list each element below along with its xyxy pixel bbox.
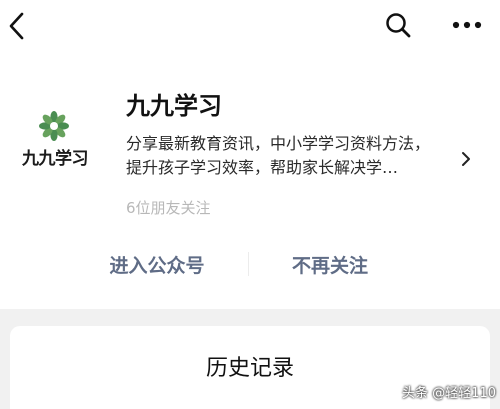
unfollow-button[interactable]: 不再关注 bbox=[276, 240, 384, 288]
search-icon bbox=[386, 13, 411, 38]
enter-official-account-button[interactable]: 进入公众号 bbox=[92, 240, 222, 288]
search-button[interactable] bbox=[381, 8, 415, 42]
description-line: 分享最新教育资讯，中小学学习资料方法， bbox=[126, 134, 431, 153]
chevron-left-icon bbox=[9, 12, 24, 40]
back-button[interactable] bbox=[0, 6, 34, 46]
account-logo[interactable]: 九九学习 bbox=[20, 110, 90, 174]
top-navigation-bar bbox=[0, 0, 500, 52]
history-title: 历史记录 bbox=[205, 356, 294, 381]
account-name: 九九学习 bbox=[126, 92, 222, 120]
source-watermark: 头条 @轻轻110 bbox=[402, 385, 496, 401]
account-actions: 进入公众号 不再关注 bbox=[0, 240, 500, 288]
description-line: 提升孩子学习效率，帮助家长解决学… bbox=[126, 158, 399, 177]
logo-text: 九九学习 bbox=[22, 149, 89, 169]
more-options-button[interactable] bbox=[447, 8, 487, 42]
flower-logo-icon bbox=[39, 111, 69, 141]
chevron-right-icon[interactable] bbox=[458, 151, 474, 167]
more-icon bbox=[452, 21, 482, 29]
action-divider bbox=[248, 252, 249, 276]
friends-follow-count: 6位朋友关注 bbox=[126, 199, 211, 217]
account-description[interactable]: 分享最新教育资讯，中小学学习资料方法， 提升孩子学习效率，帮助家长解决学… bbox=[126, 132, 464, 180]
